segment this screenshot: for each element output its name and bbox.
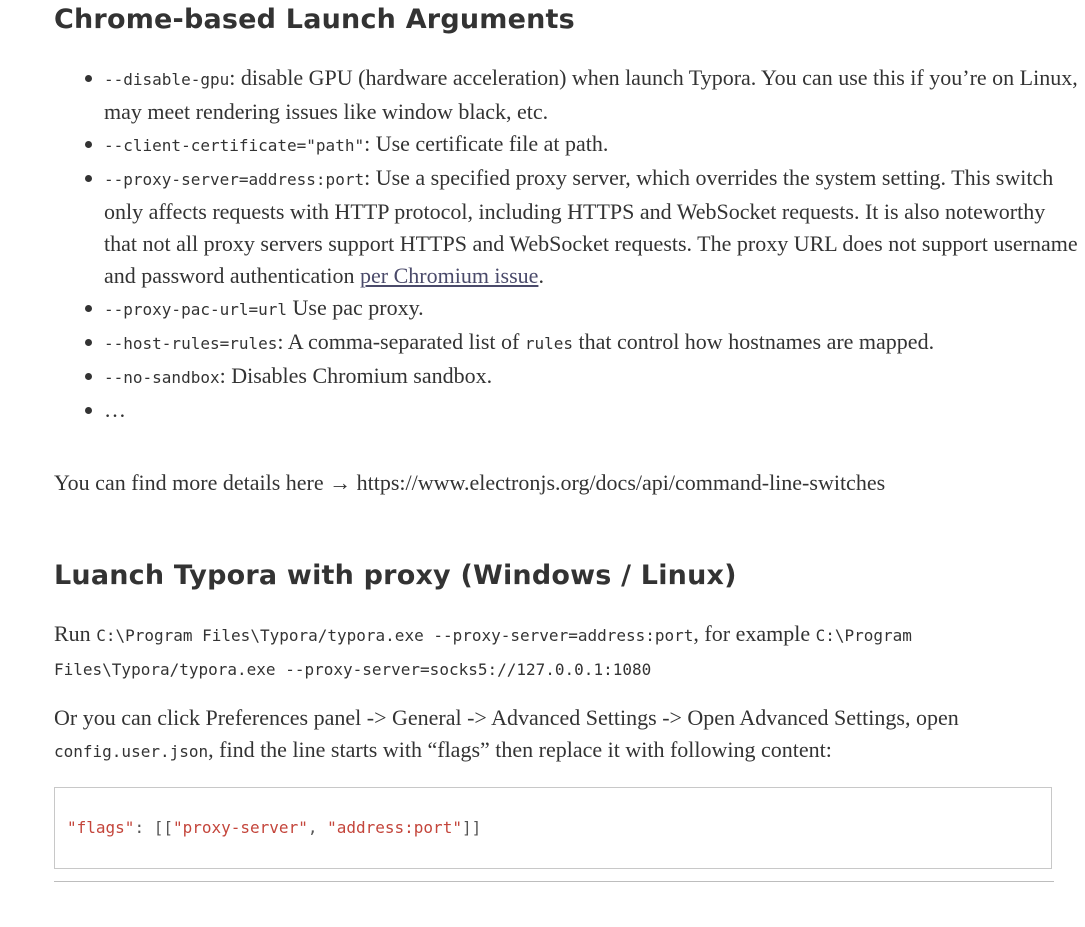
arg-code: --proxy-pac-url=url: [104, 300, 288, 319]
list-item: --no-sandbox: Disables Chromium sandbox.: [85, 360, 1079, 394]
code-close: ]]: [461, 818, 482, 837]
list-item: --proxy-server=address:port: Use a speci…: [85, 162, 1079, 292]
code-key: "flags": [67, 818, 135, 837]
pref-text-end: , find the line starts with “flags” then…: [208, 737, 832, 762]
preferences-paragraph: Or you can click Preferences panel -> Ge…: [54, 702, 1044, 768]
list-item: …: [85, 394, 1079, 426]
arg-description-end: that control how hostnames are mapped.: [573, 329, 935, 354]
arg-code: --proxy-server=address:port: [104, 170, 365, 189]
arg-code: --no-sandbox: [104, 368, 220, 387]
list-item: --host-rules=rules: A comma-separated li…: [85, 326, 1079, 360]
chromium-issue-link[interactable]: per Chromium issue: [360, 263, 538, 288]
ellipsis: …: [104, 397, 126, 422]
arg-code: --disable-gpu: [104, 70, 230, 89]
run-prefix: Run: [54, 621, 97, 646]
arg-code: --client-certificate="path": [104, 136, 365, 155]
code-colon: : [[: [134, 818, 173, 837]
run-middle: , for example: [693, 621, 816, 646]
arg-description: : Disables Chromium sandbox.: [219, 363, 493, 388]
horizontal-rule: [54, 881, 1054, 882]
arg-description: Use pac proxy.: [287, 295, 424, 320]
rules-code: rules: [524, 334, 573, 353]
code-line: "flags": [["proxy-server", "address:port…: [67, 818, 481, 837]
more-details-paragraph: You can find more details here → https:/…: [54, 470, 886, 495]
section-heading-chrome-args: Chrome-based Launch Arguments: [54, 4, 575, 35]
list-item: --disable-gpu: disable GPU (hardware acc…: [85, 62, 1079, 128]
arg-description: : Use certificate file at path.: [364, 131, 609, 156]
run-paragraph: Run C:\Program Files\Typora/typora.exe -…: [54, 618, 1044, 686]
code-value-1: "proxy-server": [172, 818, 308, 837]
section-heading-proxy: Luanch Typora with proxy (Windows / Linu…: [54, 560, 737, 591]
code-value-2: "address:port": [327, 818, 462, 837]
arg-description: : disable GPU (hardware acceleration) wh…: [104, 65, 1078, 124]
config-file-code: config.user.json: [54, 742, 209, 761]
list-item: --proxy-pac-url=url Use pac proxy.: [85, 292, 1079, 326]
arg-description-end: .: [538, 263, 544, 288]
launch-arguments-list: --disable-gpu: disable GPU (hardware acc…: [54, 62, 1079, 426]
code-comma: ,: [307, 818, 328, 837]
list-item: --client-certificate="path": Use certifi…: [85, 128, 1079, 162]
arg-description: : A comma-separated list of: [277, 329, 525, 354]
run-command-code: C:\Program Files\Typora/typora.exe --pro…: [96, 626, 694, 645]
pref-text: Or you can click Preferences panel -> Ge…: [54, 705, 959, 730]
code-block[interactable]: "flags": [["proxy-server", "address:port…: [54, 787, 1052, 869]
arg-code: --host-rules=rules: [104, 334, 278, 353]
